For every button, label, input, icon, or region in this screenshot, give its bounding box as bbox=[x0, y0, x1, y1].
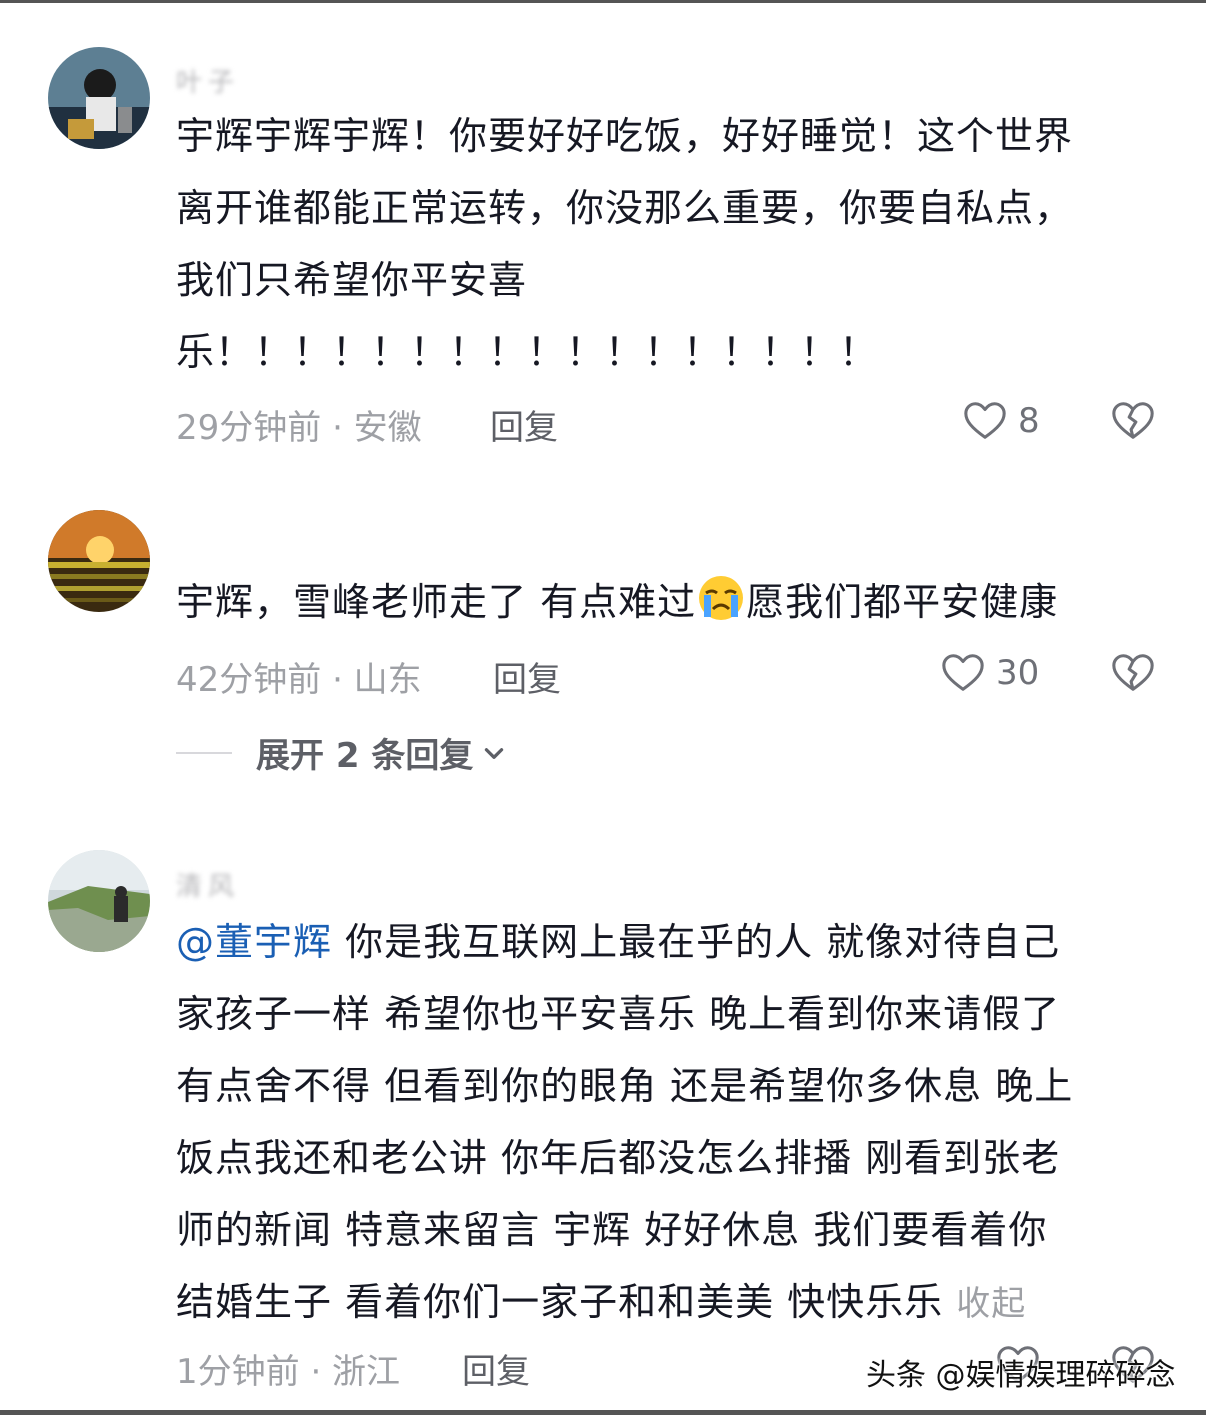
crying-face-icon bbox=[696, 573, 746, 623]
like-button[interactable]: 30 bbox=[940, 650, 1039, 696]
comment-text-line: @董宇辉 你是我互联网上最在乎的人 就像对待自己 bbox=[176, 906, 1166, 978]
avatar[interactable] bbox=[48, 850, 150, 952]
timestamp-location: 1分钟前 · 浙江 bbox=[176, 1352, 401, 1392]
comment-text-line: 师的新闻 特意来留言 宇辉 好好休息 我们要看着你 bbox=[176, 1208, 1048, 1252]
watermark: 头条 @娱情娱理碎碎念 bbox=[866, 1358, 1176, 1393]
dislike-button[interactable] bbox=[1110, 650, 1156, 696]
collapse-button[interactable]: 收起 bbox=[956, 1284, 1026, 1324]
divider bbox=[176, 751, 232, 754]
reply-button[interactable]: 回复 bbox=[493, 652, 561, 701]
comment-text: @董宇辉 你是我互联网上最在乎的人 就像对待自己 家孩子一样 希望你也平安喜乐 … bbox=[176, 906, 1166, 1340]
comment-text-line: 有点舍不得 但看到你的眼角 还是希望你多休息 晚上 bbox=[176, 1064, 1074, 1108]
username[interactable]: 叶子 bbox=[176, 62, 240, 99]
comment-text: 宇辉，雪峰老师走了 有点难过 愿我们都平安健康 bbox=[176, 566, 1166, 638]
comment-text-part: 宇辉，雪峰老师走了 有点难过 bbox=[176, 580, 697, 624]
expand-replies-label: 展开 2 条回复 bbox=[256, 736, 474, 776]
bottom-border bbox=[0, 1410, 1206, 1415]
reply-button[interactable]: 回复 bbox=[462, 1344, 530, 1393]
heart-icon bbox=[940, 650, 986, 696]
expand-replies-button[interactable]: 展开 2 条回复 bbox=[176, 728, 507, 777]
like-button[interactable]: 8 bbox=[962, 398, 1040, 444]
timestamp-location: 29分钟前 · 安徽 bbox=[176, 408, 422, 448]
like-count: 30 bbox=[996, 653, 1040, 693]
comment-text: 宇辉宇辉宇辉！你要好好吃饭，好好睡觉！这个世界 离开谁都能正常运转，你没那么重要… bbox=[176, 100, 1166, 388]
comment-text-part: 愿我们都平安健康 bbox=[746, 580, 1059, 624]
heart-icon bbox=[962, 398, 1008, 444]
comment-text-part: 你是我互联网上最在乎的人 就像对待自己 bbox=[332, 920, 1061, 964]
comment-text-part: 结婚生子 看着你们一家子和和美美 快快乐乐 bbox=[176, 1280, 957, 1324]
comment-text-line: 结婚生子 看着你们一家子和和美美 快快乐乐 收起 bbox=[176, 1266, 1166, 1340]
avatar[interactable] bbox=[48, 510, 150, 612]
comment-text-line: 离开谁都能正常运转，你没那么重要，你要自私点， bbox=[176, 186, 1074, 230]
mention-link[interactable]: @董宇辉 bbox=[176, 920, 332, 964]
dislike-button[interactable] bbox=[1110, 398, 1156, 444]
chevron-down-icon bbox=[485, 747, 504, 759]
timestamp-location: 42分钟前 · 山东 bbox=[176, 660, 422, 700]
username[interactable]: 清风 bbox=[176, 866, 240, 903]
comment-text-line: 乐！！！！！！！！！！！！！！！！！ bbox=[176, 330, 879, 374]
comment-text-line: 家孩子一样 希望你也平安喜乐 晚上看到你来请假了 bbox=[176, 992, 1061, 1036]
comment-text-line: 饭点我还和老公讲 你年后都没怎么排播 刚看到张老 bbox=[176, 1136, 1061, 1180]
comment-meta: 1分钟前 · 浙江 bbox=[176, 1344, 400, 1393]
broken-heart-icon bbox=[1110, 650, 1156, 696]
avatar[interactable] bbox=[48, 47, 150, 149]
comment-text-line: 我们只希望你平安喜 bbox=[176, 258, 528, 302]
comment-meta: 42分钟前 · 山东 bbox=[176, 652, 422, 701]
comment-text-line: 宇辉宇辉宇辉！你要好好吃饭，好好睡觉！这个世界 bbox=[176, 114, 1074, 158]
top-border bbox=[0, 0, 1206, 3]
like-count: 8 bbox=[1018, 401, 1040, 441]
broken-heart-icon bbox=[1110, 398, 1156, 444]
comment-meta: 29分钟前 · 安徽 bbox=[176, 400, 422, 449]
reply-button[interactable]: 回复 bbox=[490, 400, 558, 449]
